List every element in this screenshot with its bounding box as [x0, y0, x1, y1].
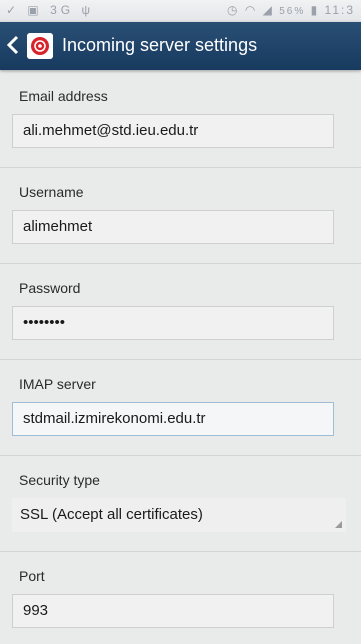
password-field[interactable]: ••••••••: [12, 306, 334, 340]
clock: 11:3: [324, 3, 355, 17]
security-type-field-group: Security type SSL (Accept all certificat…: [0, 456, 361, 552]
email-label: Email address: [19, 88, 108, 104]
usb-icon: ψ: [81, 3, 95, 17]
security-type-value: SSL (Accept all certificates): [20, 506, 203, 523]
username-label: Username: [19, 184, 84, 200]
imap-server-field[interactable]: stdmail.izmirekonomi.edu.tr: [12, 402, 334, 436]
security-type-label: Security type: [19, 472, 100, 488]
wifi-icon: ◠: [244, 3, 258, 17]
page-title: Incoming server settings: [62, 35, 258, 55]
screen: ✓ ▣ 3G ψ ◷ ◠ ◢ 56% ▮ 11:3 Incoming serve…: [0, 0, 361, 644]
email-field-group: Email address ali.mehmet@std.ieu.edu.tr: [0, 72, 361, 168]
password-label: Password: [19, 280, 81, 296]
action-bar: Incoming server settings: [0, 22, 361, 70]
port-field-group: Port 993: [0, 552, 361, 644]
battery-icon: ▮: [310, 3, 320, 17]
battery-percentage: 56%: [279, 6, 306, 17]
chevron-left-icon[interactable]: [4, 32, 22, 58]
system-icons: ◷ ◠ ◢ 56% ▮ 11:3: [227, 3, 355, 17]
imap-server-label: IMAP server: [19, 376, 96, 392]
alarm-icon: ◷: [226, 3, 240, 17]
network-type-label: 3G: [50, 3, 75, 17]
security-type-select[interactable]: SSL (Accept all certificates): [12, 498, 346, 532]
port-label: Port: [19, 568, 45, 584]
username-field-group: Username alimehmet: [0, 168, 361, 264]
signal-icon: ◢: [262, 3, 274, 17]
settings-form: Email address ali.mehmet@std.ieu.edu.tr …: [0, 72, 361, 644]
notification-icons: ✓ ▣ 3G ψ: [6, 3, 94, 17]
username-field[interactable]: alimehmet: [12, 210, 334, 244]
email-field[interactable]: ali.mehmet@std.ieu.edu.tr: [12, 114, 334, 148]
port-field[interactable]: 993: [12, 594, 334, 628]
dropdown-corner-icon: [335, 521, 342, 528]
check-icon: ✓: [6, 3, 21, 17]
imap-server-field-group: IMAP server stdmail.izmirekonomi.edu.tr: [0, 360, 361, 456]
email-app-icon: [27, 33, 53, 59]
image-icon: ▣: [27, 3, 43, 17]
status-bar: ✓ ▣ 3G ψ ◷ ◠ ◢ 56% ▮ 11:3: [0, 0, 361, 22]
password-field-group: Password ••••••••: [0, 264, 361, 360]
